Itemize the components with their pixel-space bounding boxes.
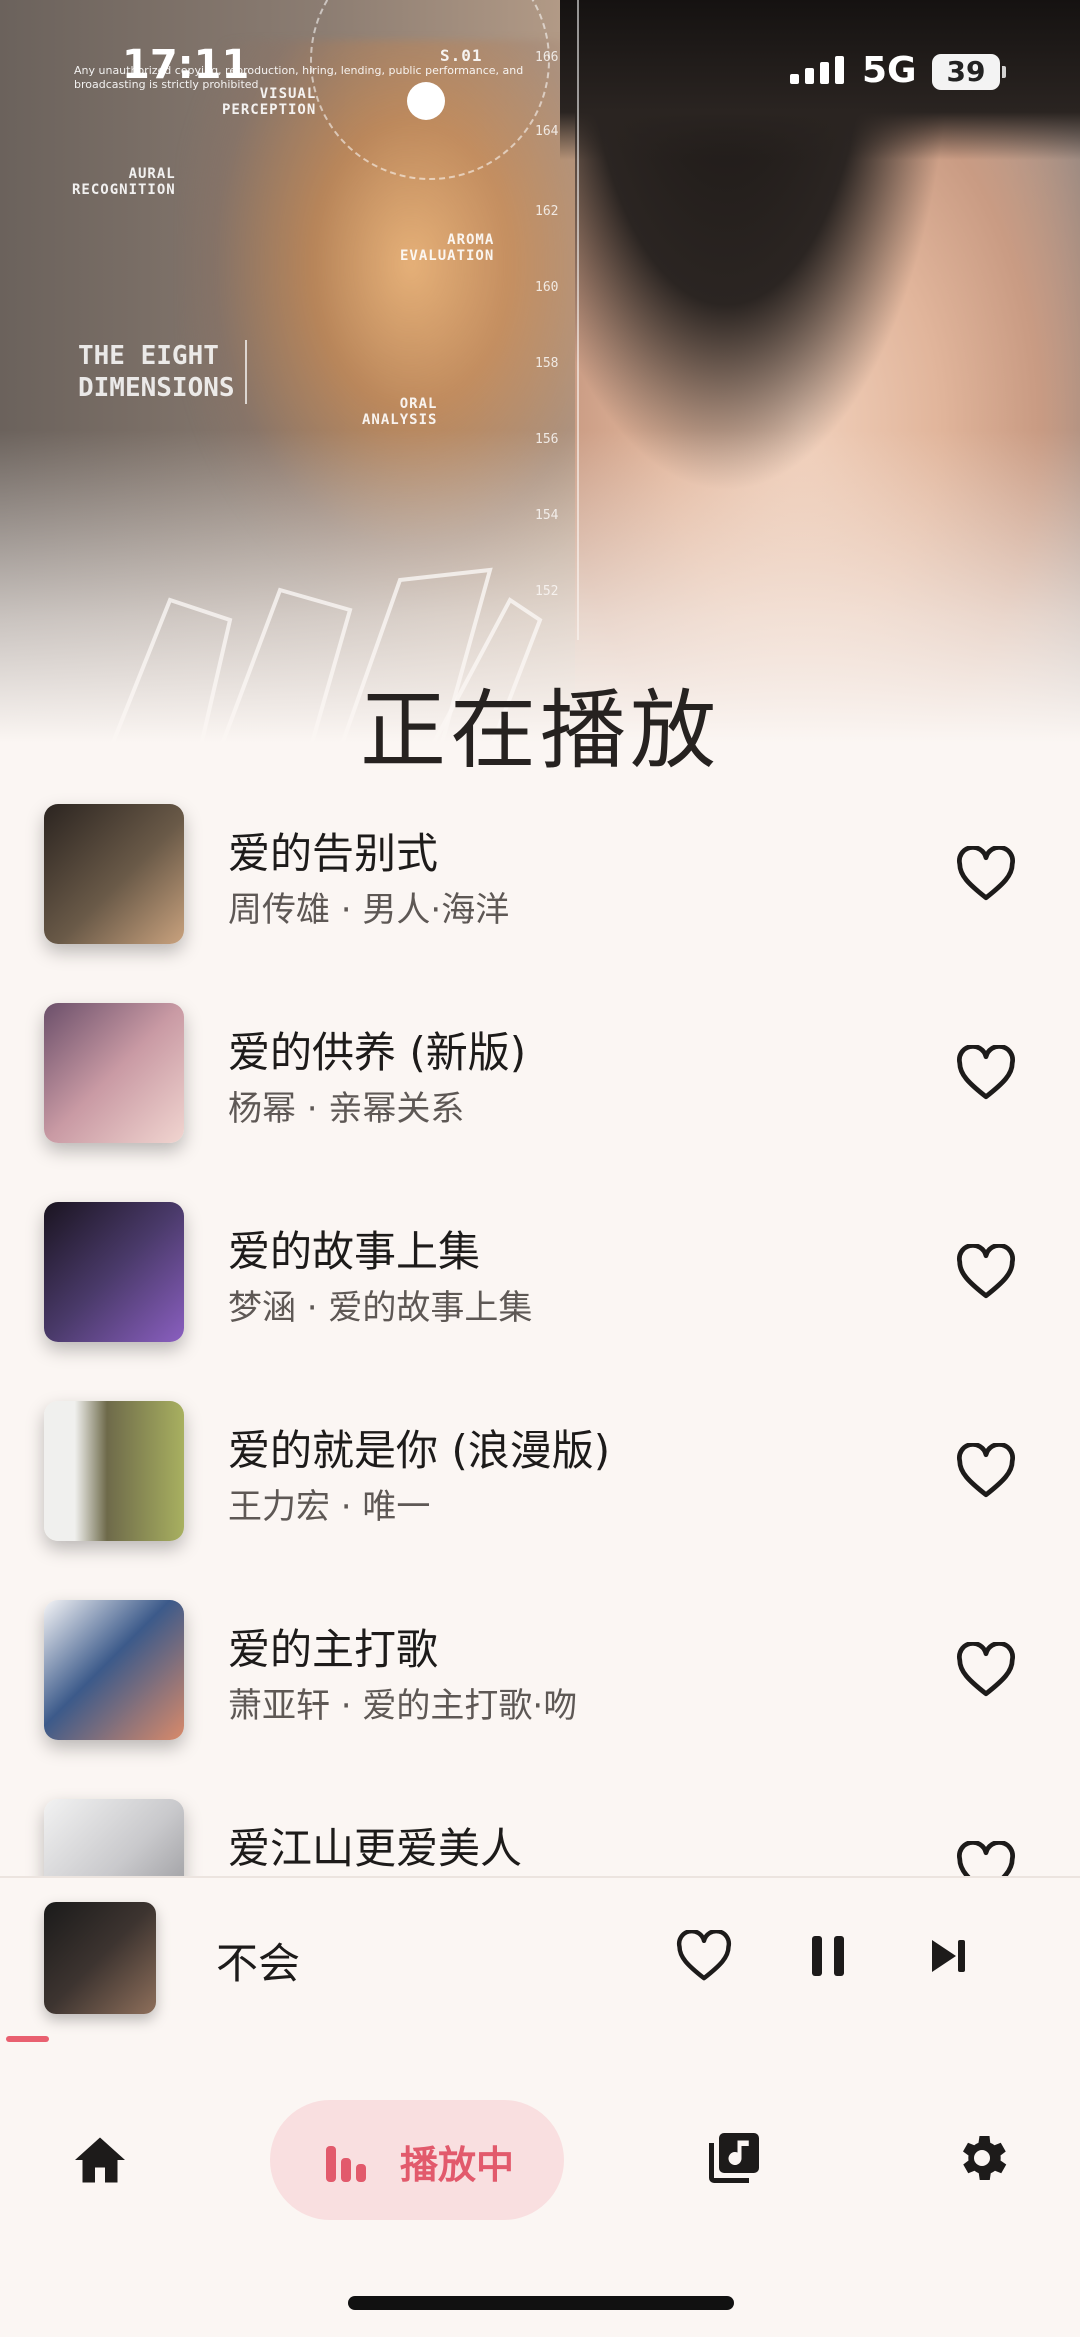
art-caption: AROMA EVALUATION <box>400 232 495 264</box>
now-playing-cover[interactable] <box>44 1902 156 2014</box>
song-title: 爱的主打歌 <box>228 1625 439 1674</box>
status-bar: 17:11 5G 39 <box>0 0 1080 140</box>
playback-progress[interactable] <box>0 2036 1080 2042</box>
battery-icon: 39 <box>932 54 1006 90</box>
status-time: 17:11 <box>122 42 250 88</box>
song-subtitle: 周传雄 · 男人·海洋 <box>228 890 510 930</box>
tab-now-playing[interactable]: 播放中 <box>270 2100 564 2220</box>
song-cover <box>44 1600 184 1740</box>
song-subtitle: 萧亚轩 · 爱的主打歌·吻 <box>228 1686 578 1726</box>
song-row[interactable]: 爱的故事上集 梦涵 · 爱的故事上集 <box>0 1174 1080 1373</box>
song-row[interactable]: 爱的供养 (新版) 杨幂 · 亲幂关系 <box>0 975 1080 1174</box>
art-caption: ORAL ANALYSIS <box>362 396 438 428</box>
pause-icon[interactable] <box>808 1934 848 1978</box>
heart-icon[interactable] <box>956 1443 1016 1499</box>
song-title: 爱的故事上集 <box>228 1227 481 1276</box>
mini-player[interactable]: 不会 <box>0 1878 1080 2038</box>
equalizer-icon <box>326 2146 366 2182</box>
heart-icon[interactable] <box>956 1045 1016 1101</box>
page-title: 正在播放 <box>360 681 720 781</box>
song-cover <box>44 1401 184 1541</box>
art-tick: 158 <box>535 356 559 371</box>
heart-icon[interactable] <box>956 1841 1016 1876</box>
song-subtitle: 杨幂 · 亲幂关系 <box>228 1089 465 1129</box>
art-tick: 162 <box>535 204 559 219</box>
heart-icon[interactable] <box>956 846 1016 902</box>
settings-icon[interactable] <box>952 2128 1012 2188</box>
song-subtitle: 梦涵 · 爱的故事上集 <box>228 1288 533 1328</box>
art-eight-dimensions: THE EIGHT DIMENSIONS <box>78 340 247 404</box>
song-row[interactable]: 爱的告别式 周传雄 · 男人·海洋 <box>0 776 1080 975</box>
song-list[interactable]: 爱的告别式 周传雄 · 男人·海洋 爱的供养 (新版) 杨幂 · 亲幂关系 爱的… <box>0 776 1080 1876</box>
art-caption: AURAL RECOGNITION <box>72 166 176 198</box>
bottom-nav: 播放中 <box>0 2080 1080 2280</box>
song-cover <box>44 1799 184 1876</box>
playback-progress-fill <box>6 2036 49 2042</box>
skip-next-icon[interactable] <box>928 1936 968 1976</box>
library-icon[interactable] <box>704 2128 764 2188</box>
song-row[interactable]: 爱的主打歌 萧亚轩 · 爱的主打歌·吻 <box>0 1572 1080 1771</box>
home-indicator <box>348 2296 734 2310</box>
art-tick: 160 <box>535 280 559 295</box>
signal-icon <box>790 56 844 84</box>
song-title: 爱江山更爱美人 <box>228 1824 523 1873</box>
song-cover <box>44 1003 184 1143</box>
tab-now-playing-label: 播放中 <box>400 2143 515 2187</box>
song-subtitle: 王力宏 · 唯一 <box>228 1487 431 1527</box>
network-type: 5G <box>862 50 917 91</box>
song-title: 爱的供养 (新版) <box>228 1028 527 1077</box>
song-cover <box>44 804 184 944</box>
song-row[interactable]: 爱江山更爱美人 <box>0 1771 1080 1876</box>
now-playing-title[interactable]: 不会 <box>216 1930 300 1991</box>
song-row[interactable]: 爱的就是你 (浪漫版) 王力宏 · 唯一 <box>0 1373 1080 1572</box>
song-cover <box>44 1202 184 1342</box>
heart-icon[interactable] <box>676 1930 732 1982</box>
heart-icon[interactable] <box>956 1244 1016 1300</box>
heart-icon[interactable] <box>956 1642 1016 1698</box>
home-icon[interactable] <box>70 2130 130 2190</box>
song-title: 爱的就是你 (浪漫版) <box>228 1426 611 1475</box>
song-title: 爱的告别式 <box>228 829 439 878</box>
